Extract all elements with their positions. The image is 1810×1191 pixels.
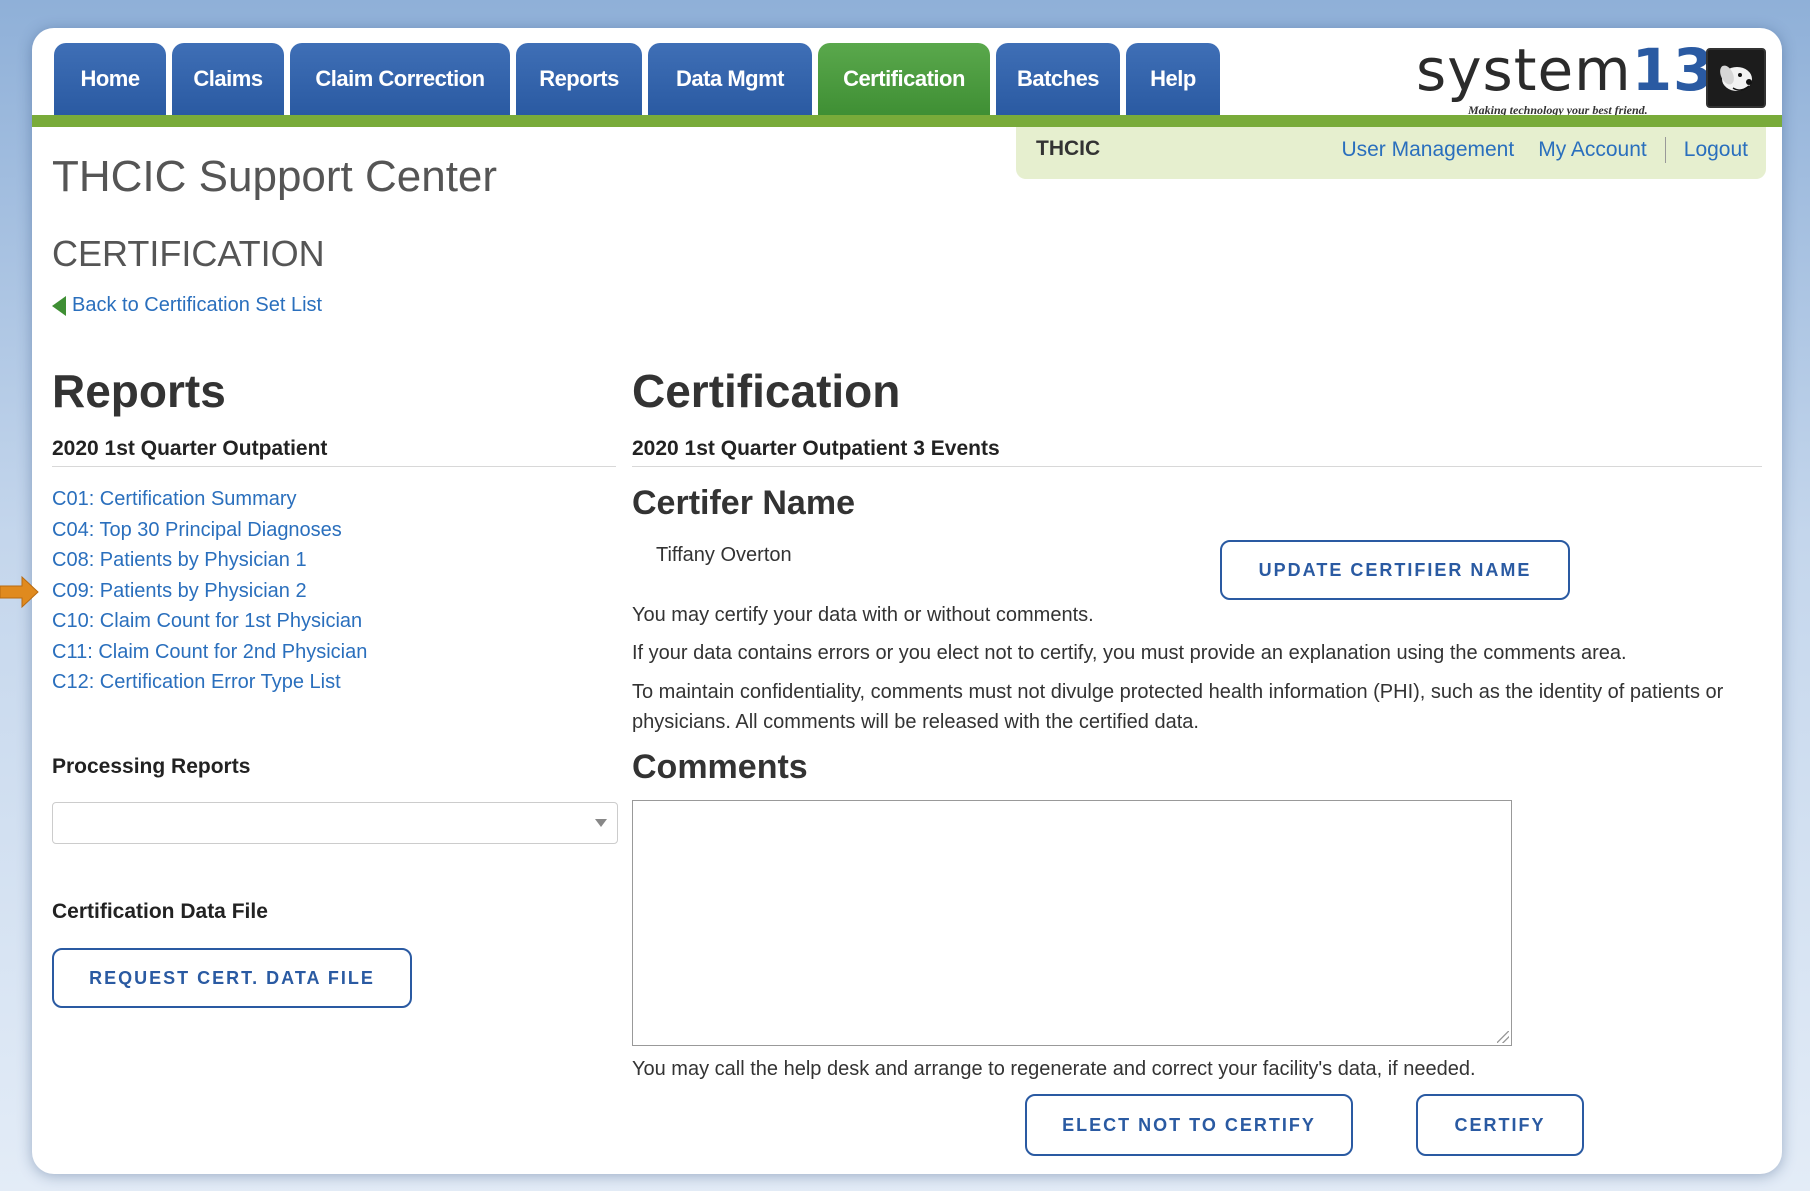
tab-certification[interactable]: Certification: [818, 43, 990, 115]
elect-not-to-certify-button[interactable]: ELECT NOT TO CERTIFY: [1025, 1094, 1353, 1156]
report-link-c12[interactable]: C12: Certification Error Type List: [52, 667, 367, 698]
tab-reports[interactable]: Reports: [516, 43, 642, 115]
reports-divider: [52, 466, 616, 467]
certification-data-file-heading: Certification Data File: [52, 900, 268, 923]
certification-subheading: 2020 1st Quarter Outpatient 3 Events: [632, 437, 1000, 460]
tab-data-mgmt[interactable]: Data Mgmt: [648, 43, 812, 115]
certifier-name-heading: Certifer Name: [632, 484, 855, 522]
user-management-link[interactable]: User Management: [1341, 138, 1514, 162]
report-link-c10[interactable]: C10: Claim Count for 1st Physician: [52, 606, 367, 637]
resize-handle-icon[interactable]: [1497, 1031, 1509, 1043]
tab-claim-correction[interactable]: Claim Correction: [290, 43, 510, 115]
comments-heading: Comments: [632, 748, 808, 786]
dropdown-caret-icon: [595, 819, 607, 827]
certify-instructions: You may certify your data with or withou…: [632, 604, 1094, 626]
logo-text: system13: [1416, 36, 1714, 104]
errors-instructions: If your data contains errors or you elec…: [632, 642, 1627, 664]
certification-heading: Certification: [632, 365, 901, 417]
update-certifier-name-button[interactable]: UPDATE CERTIFIER NAME: [1220, 540, 1570, 600]
user-links: User Management My Account Logout: [1341, 137, 1748, 163]
back-link-label: Back to Certification Set List: [72, 294, 323, 316]
back-arrow-icon: [52, 295, 66, 316]
logout-link[interactable]: Logout: [1684, 138, 1748, 162]
main-card: Home Claims Claim Correction Reports Dat…: [32, 28, 1782, 1174]
tab-help[interactable]: Help: [1126, 43, 1220, 115]
logo-brand-number: 13: [1631, 36, 1715, 104]
report-link-c01[interactable]: C01: Certification Summary: [52, 484, 367, 515]
reports-subheading: 2020 1st Quarter Outpatient: [52, 437, 328, 460]
system13-logo: system13 Making technology your best fri…: [1416, 36, 1766, 117]
link-separator: [1664, 137, 1666, 163]
section-title: CERTIFICATION: [52, 233, 325, 274]
reports-heading: Reports: [52, 365, 226, 417]
request-cert-data-file-button[interactable]: REQUEST CERT. DATA FILE: [52, 948, 412, 1008]
tab-batches[interactable]: Batches: [996, 43, 1120, 115]
nav-underline: [32, 115, 1782, 127]
organization-name: THCIC: [1036, 137, 1101, 160]
certification-divider: [632, 466, 1762, 467]
report-list: C01: Certification Summary C04: Top 30 P…: [52, 484, 367, 698]
certify-button[interactable]: CERTIFY: [1416, 1094, 1584, 1156]
back-to-certification-set-link[interactable]: Back to Certification Set List: [52, 294, 322, 317]
annotation-arrow-icon: [0, 575, 39, 609]
report-link-c09[interactable]: C09: Patients by Physician 2: [52, 576, 367, 607]
report-link-c11[interactable]: C11: Claim Count for 2nd Physician: [52, 637, 367, 668]
report-link-c04[interactable]: C04: Top 30 Principal Diagnoses: [52, 515, 367, 546]
report-link-c08[interactable]: C08: Patients by Physician 1: [52, 545, 367, 576]
tab-claims[interactable]: Claims: [172, 43, 284, 115]
tab-home[interactable]: Home: [54, 43, 166, 115]
logo-brand: system: [1416, 36, 1632, 104]
confidentiality-instructions: To maintain confidentiality, comments mu…: [632, 681, 1724, 733]
certifier-name-value: Tiffany Overton: [656, 544, 792, 566]
user-panel: THCIC User Management My Account Logout: [1016, 127, 1766, 179]
my-account-link[interactable]: My Account: [1538, 138, 1647, 162]
processing-reports-select[interactable]: [52, 802, 618, 844]
comments-textarea[interactable]: [632, 800, 1512, 1046]
processing-reports-heading: Processing Reports: [52, 755, 251, 778]
help-desk-note: You may call the help desk and arrange t…: [632, 1058, 1476, 1080]
site-title: THCIC Support Center: [52, 152, 498, 201]
dog-icon: [1706, 48, 1766, 108]
